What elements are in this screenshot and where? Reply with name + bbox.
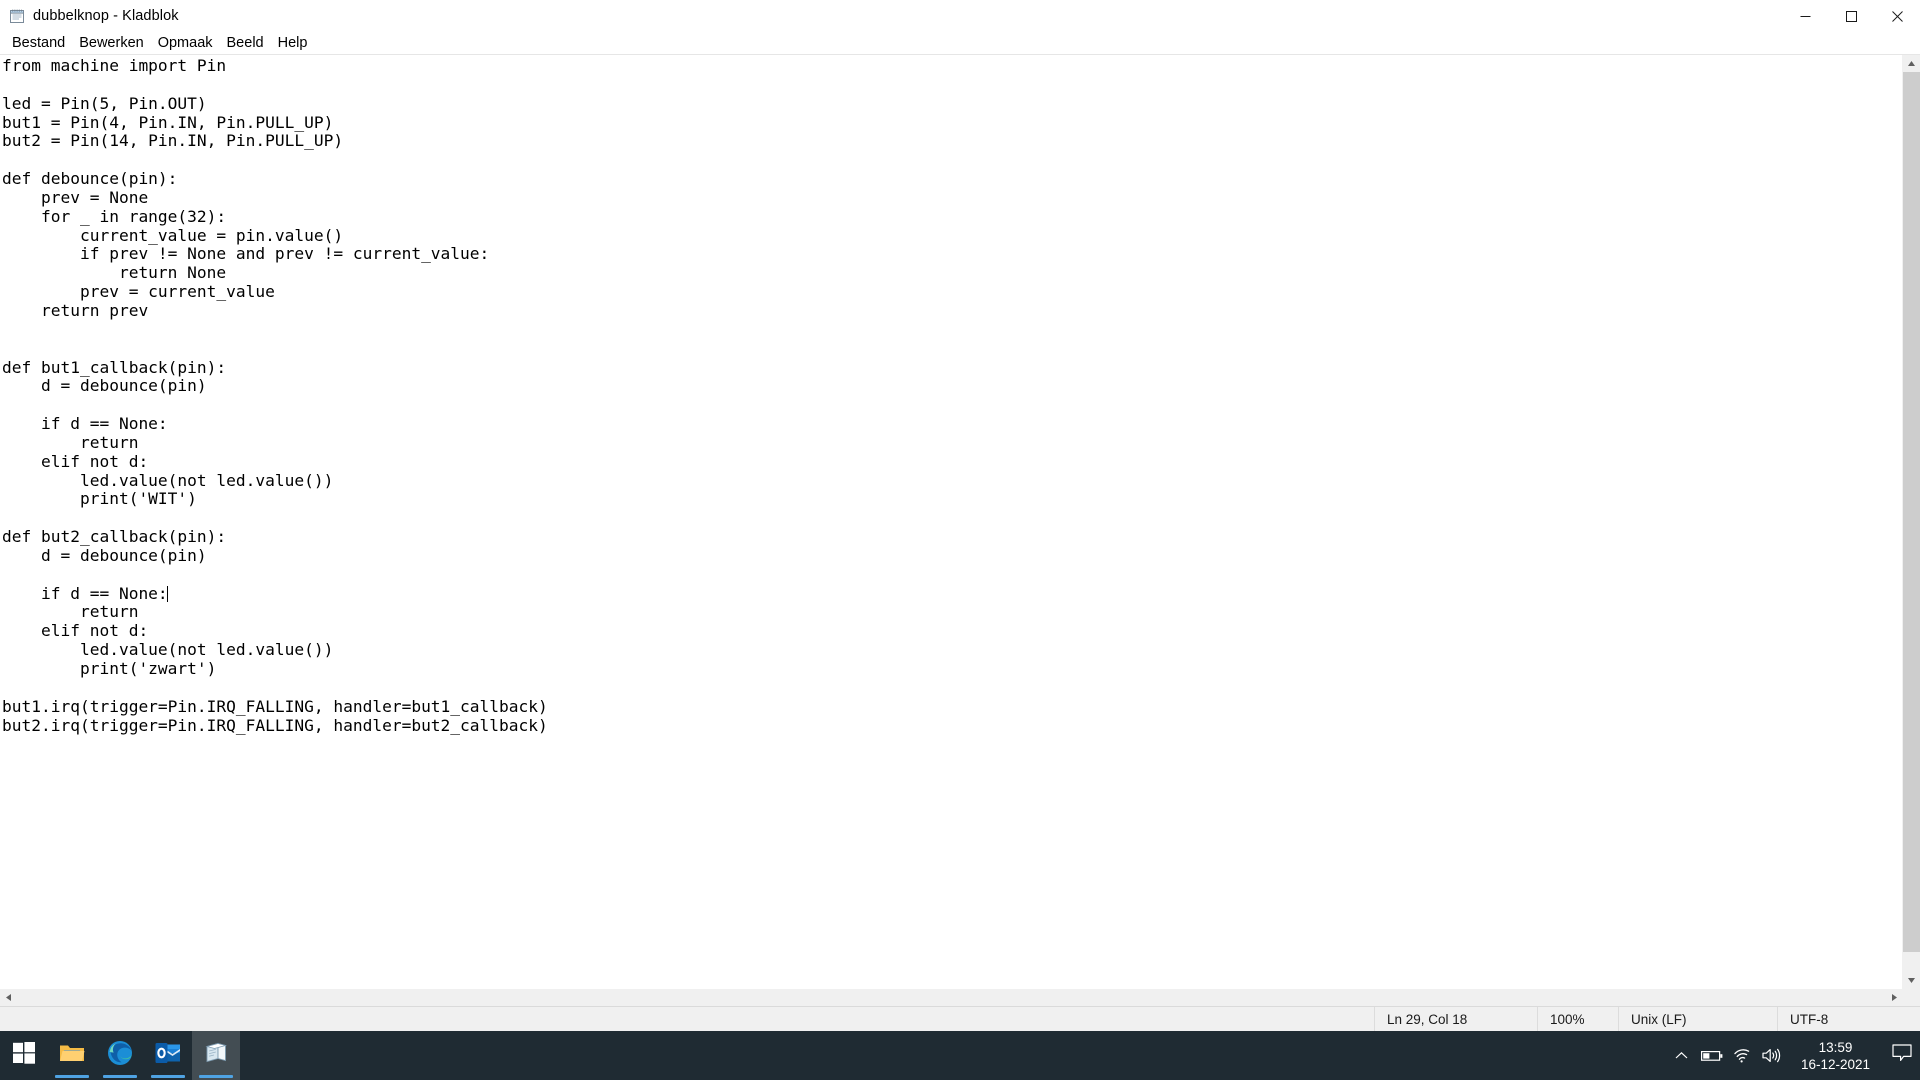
text-caret [167,585,169,602]
scroll-right-arrow-icon[interactable] [1886,989,1903,1006]
window-controls [1782,0,1920,32]
taskbar-running-indicator [103,1075,137,1078]
taskbar-items [0,1031,240,1080]
clock-time: 13:59 [1818,1039,1853,1055]
battery-icon[interactable] [1697,1031,1727,1080]
status-bar: Ln 29, Col 18 100% Unix (LF) UTF-8 [0,1006,1920,1031]
windows-logo-icon [13,1042,35,1069]
menu-item-beeld[interactable]: Beeld [220,34,271,53]
maximize-button[interactable] [1828,0,1874,32]
menu-item-help[interactable]: Help [271,34,315,53]
outlook-icon [155,1041,181,1070]
status-encoding[interactable]: UTF-8 [1777,1007,1920,1031]
menu-item-opmaak[interactable]: Opmaak [151,34,220,53]
editor-content[interactable]: from machine import Pin led = Pin(5, Pin… [0,55,548,735]
horizontal-scroll-track[interactable] [17,989,1886,1006]
menu-item-bestand[interactable]: Bestand [5,34,72,53]
status-bar-spacer [0,1007,1374,1031]
taskbar-notepad[interactable] [192,1031,240,1080]
start-button[interactable] [0,1031,48,1080]
wifi-icon[interactable] [1727,1031,1757,1080]
window-title: dubbelknop - Kladblok [33,8,179,24]
scroll-left-arrow-icon[interactable] [0,989,17,1006]
scroll-down-arrow-icon[interactable] [1903,972,1920,989]
scroll-up-arrow-icon[interactable] [1903,55,1920,72]
editor-text-before-caret: from machine import Pin led = Pin(5, Pin… [2,56,490,603]
close-button[interactable] [1874,0,1920,32]
status-cursor-position[interactable]: Ln 29, Col 18 [1374,1007,1537,1031]
menu-bar: Bestand Bewerken Opmaak Beeld Help [0,32,1920,55]
notepad-window: dubbelknop - Kladblok Bestand Bewerken O… [0,0,1920,1031]
desktop: dubbelknop - Kladblok Bestand Bewerken O… [0,0,1920,1080]
taskbar: 13:59 16-12-2021 [0,1031,1920,1080]
scrollbar-corner [1903,989,1920,1006]
system-tray: 13:59 16-12-2021 [1667,1031,1920,1080]
show-hidden-icons-chevron-up-icon[interactable] [1667,1031,1697,1080]
editor-area[interactable]: from machine import Pin led = Pin(5, Pin… [0,55,1920,1006]
clock-date: 16-12-2021 [1800,1056,1870,1072]
status-line-ending[interactable]: Unix (LF) [1618,1007,1777,1031]
taskbar-outlook[interactable] [144,1031,192,1080]
taskbar-running-indicator [151,1075,185,1078]
editor-text-after-caret: return elif not d: led.value(not led.val… [2,602,548,735]
horizontal-scrollbar[interactable] [0,989,1903,1006]
taskbar-file-explorer[interactable] [48,1031,96,1080]
notepad-icon [203,1040,229,1071]
action-center-button[interactable] [1884,1031,1920,1080]
title-bar[interactable]: dubbelknop - Kladblok [0,0,1920,32]
clock[interactable]: 13:59 16-12-2021 [1787,1031,1884,1080]
vertical-scroll-thumb[interactable] [1903,72,1920,952]
vertical-scrollbar[interactable] [1902,55,1920,989]
status-zoom-level[interactable]: 100% [1537,1007,1618,1031]
taskbar-edge[interactable] [96,1031,144,1080]
menu-item-bewerken[interactable]: Bewerken [72,34,150,53]
notepad-icon [9,8,25,24]
speech-bubble-icon [1892,1044,1912,1067]
taskbar-running-indicator [55,1075,89,1078]
folder-icon [59,1041,85,1070]
title-bar-left: dubbelknop - Kladblok [0,8,179,24]
minimize-button[interactable] [1782,0,1828,32]
edge-icon [107,1040,133,1071]
taskbar-running-indicator [199,1075,233,1078]
speaker-icon[interactable] [1757,1031,1787,1080]
